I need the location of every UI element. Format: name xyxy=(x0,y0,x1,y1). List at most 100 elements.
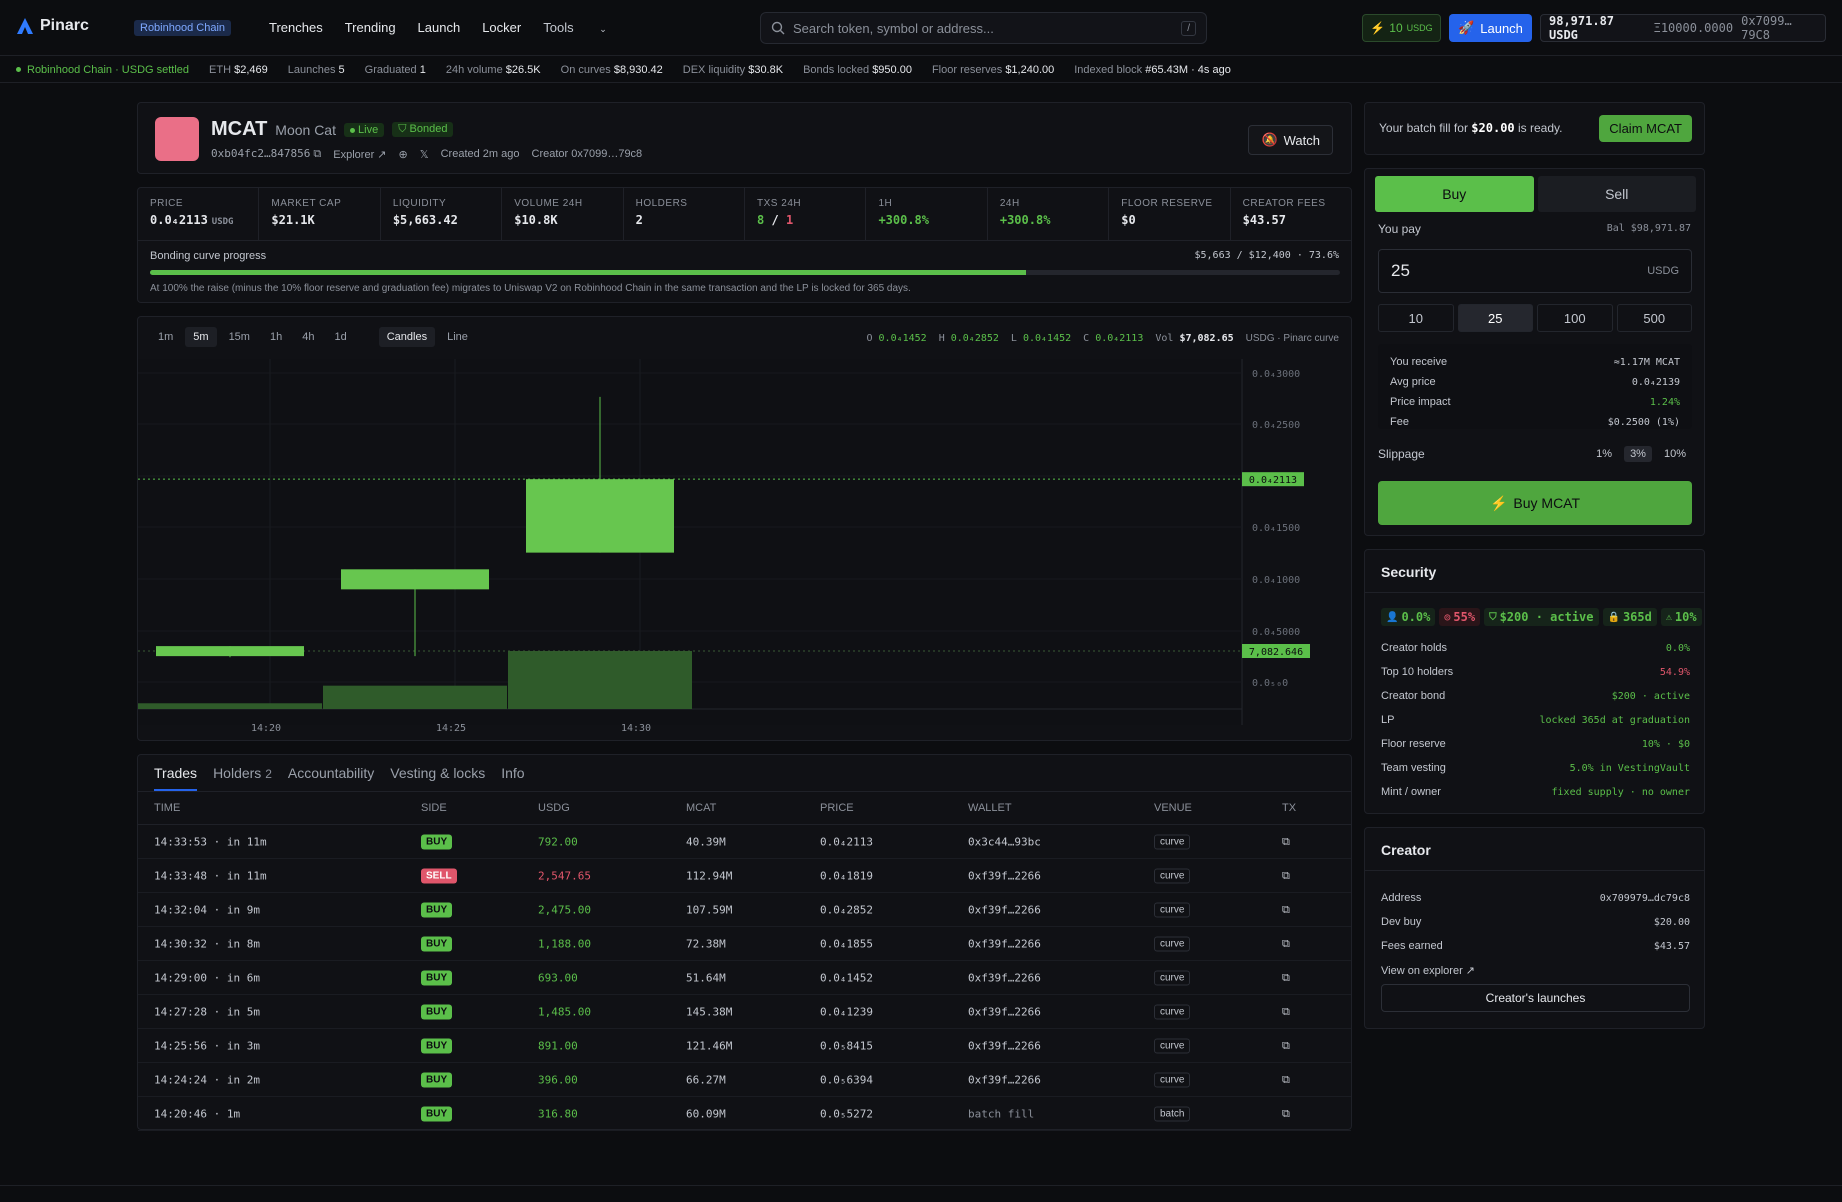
candlestick-chart[interactable]: 0.0₄30000.0₄25000.0₄20000.0₄15000.0₄1000… xyxy=(138,359,1351,741)
watch-button[interactable]: 🔕 Watch xyxy=(1248,125,1333,155)
nav-link-trenches[interactable]: Trenches xyxy=(269,20,323,35)
mode-candles[interactable]: Candles xyxy=(378,327,436,347)
trade-venue: curve xyxy=(1154,970,1191,985)
token-address[interactable]: 0xb04fc2…847856 ⧉ xyxy=(211,147,321,161)
mode-line[interactable]: Line xyxy=(439,327,476,347)
tab-info[interactable]: Info xyxy=(501,765,524,791)
stat-unit: USDG xyxy=(211,217,234,227)
bolt-icon: ⚡ xyxy=(1370,21,1386,35)
top-nav: Pinarc Robinhood Chain Trenches Trending… xyxy=(0,0,1842,56)
table-row[interactable]: 14:33:53 · in 11m BUY 792.00 40.39M 0.0₄2113… xyxy=(138,825,1351,859)
slippage-10[interactable]: 10% xyxy=(1658,446,1692,462)
table-row[interactable]: 14:25:56 · in 3m BUY 891.00 121.46M 0.0₅8415… xyxy=(138,1029,1351,1063)
stat-value: +300.8% xyxy=(878,213,930,227)
tab-accountability[interactable]: Accountability xyxy=(288,765,374,791)
trade-wallet[interactable]: 0xf39f…2266 xyxy=(968,937,1041,950)
launch-button[interactable]: 🚀 Launch xyxy=(1449,14,1532,42)
trade-price: 0.0₄2852 xyxy=(820,903,873,916)
preset-500[interactable]: 500 xyxy=(1616,304,1692,332)
trade-wallet[interactable]: 0xf39f…2266 xyxy=(968,903,1041,916)
wallet-eth-balance: Ξ10000.0000 xyxy=(1653,21,1734,35)
trade-wallet[interactable]: 0xf39f…2266 xyxy=(968,869,1041,882)
buy-tab[interactable]: Buy xyxy=(1375,176,1534,212)
brand-name: Pinarc xyxy=(40,17,89,34)
timeframe-1h[interactable]: 1h xyxy=(262,327,290,347)
shield-icon: ⛉ xyxy=(398,123,407,135)
col-side: SIDE xyxy=(421,802,447,814)
x-icon[interactable]: 𝕏 xyxy=(420,148,429,161)
timeframe-5m[interactable]: 5m xyxy=(185,327,217,347)
timeframe-1d[interactable]: 1d xyxy=(326,327,354,347)
table-row[interactable]: 14:29:00 · in 6m BUY 693.00 51.64M 0.0₄1452 0… xyxy=(138,961,1351,995)
tab-holders[interactable]: Holders 2 xyxy=(213,765,272,791)
preset-100[interactable]: 100 xyxy=(1537,304,1613,332)
table-row[interactable]: 14:27:28 · in 5m BUY 1,485.00 145.38M 0.0₄12… xyxy=(138,995,1351,1029)
external-link-icon[interactable]: ⧉ xyxy=(1282,1073,1290,1087)
trade-wallet[interactable]: 0xf39f…2266 xyxy=(968,971,1041,984)
security-panel: Security 👤 0.0% ◎ 55% ⛉ $200 · active 🔒 365d ⚠ 10… xyxy=(1364,549,1705,814)
amount-input[interactable]: 25 USDG xyxy=(1378,249,1692,293)
creator-address[interactable]: Creator 0x7099…79c8 xyxy=(532,148,643,160)
security-row: Team vesting 5.0% in VestingVault xyxy=(1381,762,1690,774)
external-link-icon[interactable]: ⧉ xyxy=(1282,903,1290,917)
table-row[interactable]: 14:32:04 · in 9m BUY 2,475.00 107.59M 0.0₄28… xyxy=(138,893,1351,927)
external-link-icon: ↗ xyxy=(377,148,387,161)
nav-link-launch[interactable]: Launch xyxy=(418,20,461,35)
external-link-icon[interactable]: ⧉ xyxy=(1282,1107,1290,1121)
view-on-explorer-link[interactable]: View on explorer ↗ xyxy=(1381,958,1690,982)
trade-wallet[interactable]: 0x3c44…93bc xyxy=(968,835,1041,848)
trade-time: 14:33:48 · in 11m xyxy=(154,869,267,882)
table-row[interactable]: 14:20:46 · 1m BUY 316.80 60.09M 0.0₅5272 batc… xyxy=(138,1097,1351,1131)
security-chip: 🔒 365d xyxy=(1602,608,1657,626)
external-link-icon[interactable]: ⧉ xyxy=(1282,937,1290,951)
lock-icon: 🔒 xyxy=(1607,611,1620,623)
nav-link-trending[interactable]: Trending xyxy=(345,20,396,35)
security-row: Mint / owner fixed supply · no owner xyxy=(1381,786,1690,798)
external-link-icon[interactable]: ⧉ xyxy=(1282,1039,1290,1053)
timeframe-1m[interactable]: 1m xyxy=(150,327,181,347)
buy-submit-button[interactable]: ⚡ Buy MCAT xyxy=(1378,481,1692,525)
trade-wallet[interactable]: 0xf39f…2266 xyxy=(968,1039,1041,1052)
search-input[interactable]: Search token, symbol or address... / xyxy=(760,12,1207,44)
creator-launches-button[interactable]: Creator's launches xyxy=(1381,984,1690,1012)
tab-vesting[interactable]: Vesting & locks xyxy=(390,765,485,791)
preset-10[interactable]: 10 xyxy=(1378,304,1454,332)
preset-25[interactable]: 25 xyxy=(1457,304,1533,332)
wallet-button[interactable]: 98,971.87 USDG Ξ10000.0000 0x7099…79C8 xyxy=(1540,14,1826,42)
volume-bar xyxy=(508,651,692,709)
y-tick-label: 0.0₄2500 xyxy=(1252,420,1300,431)
external-link-icon[interactable]: ⧉ xyxy=(1282,1005,1290,1019)
external-link-icon[interactable]: ⧉ xyxy=(1282,835,1290,849)
claim-button[interactable]: Claim MCAT xyxy=(1599,115,1692,142)
you-pay-label: You pay xyxy=(1378,222,1421,236)
buy-sell-toggle: Buy Sell xyxy=(1375,176,1696,212)
usdg-faucet-button[interactable]: ⚡ 10 USDG xyxy=(1362,14,1441,42)
token-avatar xyxy=(155,117,199,161)
nav-link-locker[interactable]: Locker xyxy=(482,20,521,35)
col-tx: TX xyxy=(1282,802,1297,814)
table-row[interactable]: 14:30:32 · in 8m BUY 1,188.00 72.38M 0.0₄185… xyxy=(138,927,1351,961)
brand-logo[interactable]: Pinarc xyxy=(16,17,89,35)
website-icon[interactable]: ⊕ xyxy=(399,148,408,161)
trade-wallet[interactable]: 0xf39f…2266 xyxy=(968,1005,1041,1018)
trade-mcat: 145.38M xyxy=(686,1005,733,1018)
creator-devbuy-row: Dev buy $20.00 xyxy=(1381,916,1690,928)
trade-wallet[interactable]: 0xf39f…2266 xyxy=(968,1073,1041,1086)
explorer-link[interactable]: Explorer ↗ xyxy=(333,148,386,161)
security-chips: 👤 0.0% ◎ 55% ⛉ $200 · active 🔒 365d ⚠ 10% xyxy=(1381,608,1702,626)
slippage-3[interactable]: 3% xyxy=(1624,446,1652,462)
timeframe-15m[interactable]: 15m xyxy=(221,327,258,347)
trade-wallet[interactable]: batch fill xyxy=(968,1107,1034,1120)
sell-tab[interactable]: Sell xyxy=(1537,176,1696,212)
col-wallet: WALLET xyxy=(968,802,1012,814)
tab-trades[interactable]: Trades xyxy=(154,765,198,791)
timeframe-4h[interactable]: 4h xyxy=(294,327,322,347)
nav-link-tools[interactable]: Tools ⌄ xyxy=(543,20,629,35)
external-link-icon[interactable]: ⧉ xyxy=(1282,869,1290,883)
copy-icon[interactable]: ⧉ xyxy=(313,148,321,160)
table-row[interactable]: 14:33:48 · in 11m SELL 2,547.65 112.94M 0.0₄… xyxy=(138,859,1351,893)
external-link-icon[interactable]: ⧉ xyxy=(1282,971,1290,985)
chevron-down-icon: ⌄ xyxy=(599,24,607,34)
table-row[interactable]: 14:24:24 · in 2m BUY 396.00 66.27M 0.0₅6394 0… xyxy=(138,1063,1351,1097)
slippage-1[interactable]: 1% xyxy=(1590,446,1618,462)
